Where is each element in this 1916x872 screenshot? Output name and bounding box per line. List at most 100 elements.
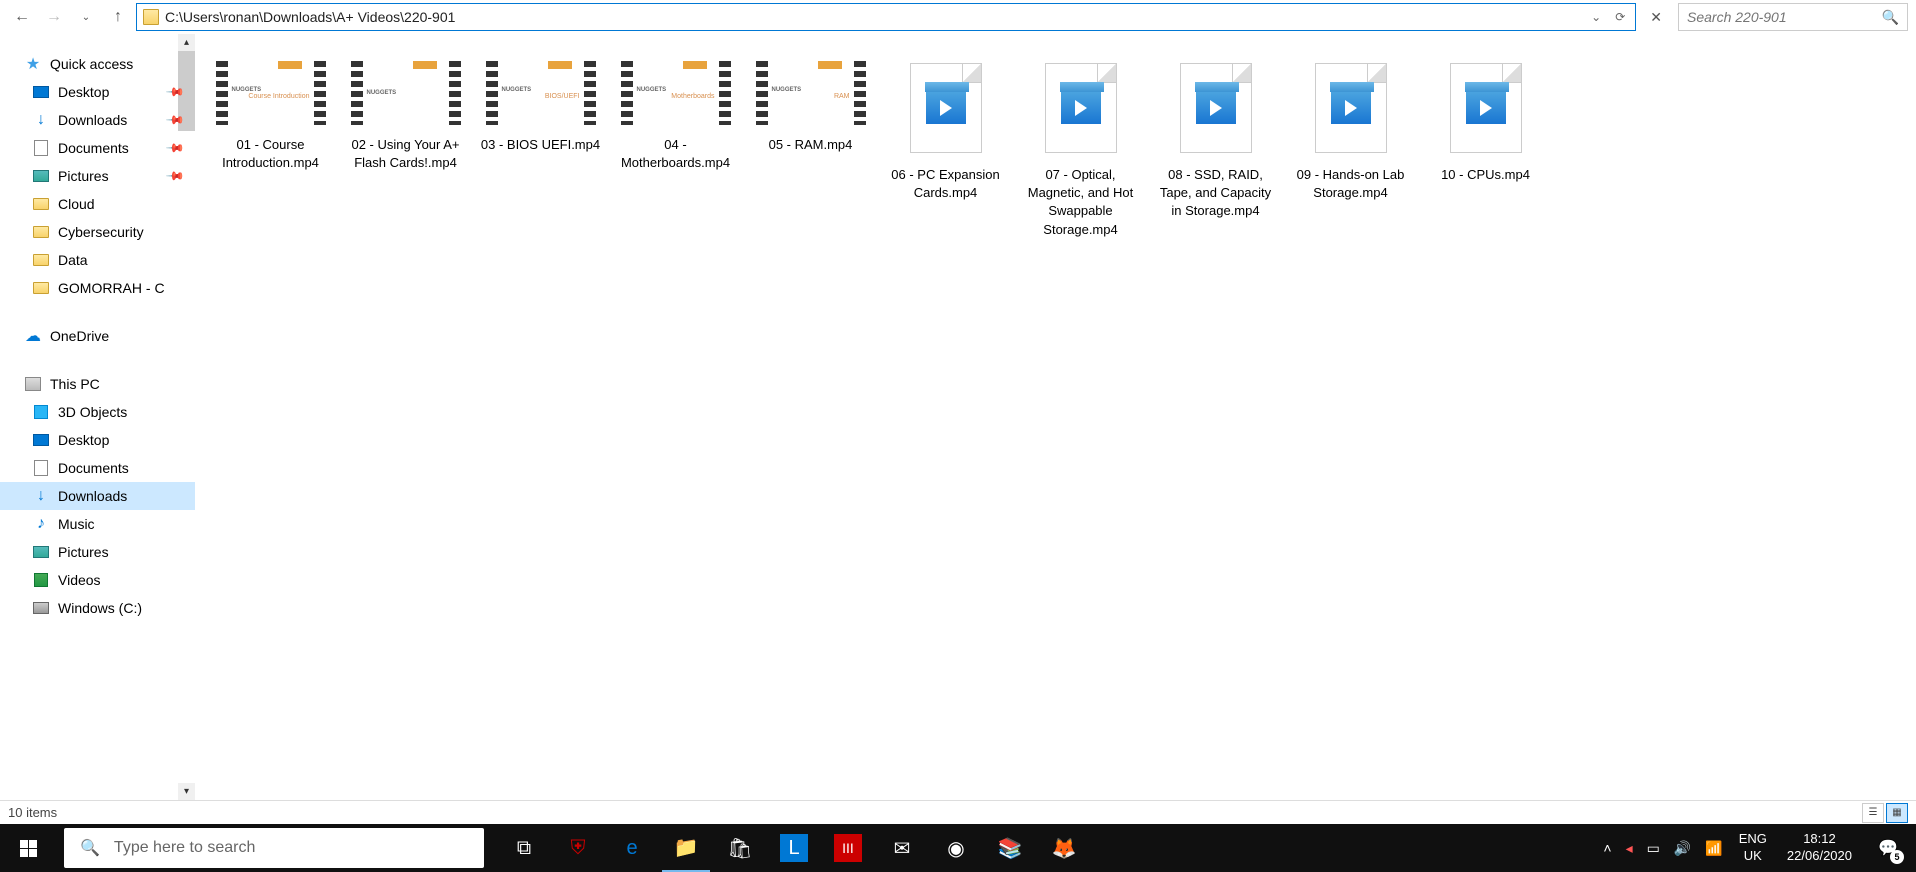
- address-dropdown-icon[interactable]: ⌄: [1587, 10, 1605, 24]
- file-item[interactable]: NUGGETSCourse Introduction01 - Course In…: [203, 50, 338, 247]
- mail-icon[interactable]: ✉: [878, 824, 926, 872]
- refresh-icon[interactable]: ⟳: [1611, 10, 1629, 24]
- play-icon: [1480, 100, 1492, 116]
- taskbar: 🔍 Type here to search ⧉ ⛨ e 📁 🛍 L III ✉ …: [0, 824, 1916, 872]
- firefox-icon[interactable]: 🦊: [1040, 824, 1088, 872]
- clock[interactable]: 18:12 22/06/2020: [1777, 831, 1862, 865]
- sidebar-item-videos[interactable]: Videos: [0, 566, 195, 594]
- sidebar-item-downloads[interactable]: ↓ Downloads 📌: [0, 106, 195, 134]
- file-item[interactable]: 10 - CPUs.mp4: [1418, 50, 1553, 247]
- file-item[interactable]: 08 - SSD, RAID, Tape, and Capacity in St…: [1148, 50, 1283, 247]
- taskbar-search[interactable]: 🔍 Type here to search: [64, 828, 484, 868]
- video-file-icon: [1450, 63, 1522, 153]
- video-file-icon: [1045, 63, 1117, 153]
- sidebar-item-cybersecurity[interactable]: Cybersecurity: [0, 218, 195, 246]
- up-button[interactable]: ↑: [104, 3, 132, 31]
- sidebar-item-label: Cybersecurity: [58, 224, 187, 240]
- video-file-icon: [1315, 63, 1387, 153]
- sidebar-item-gomorrah[interactable]: GOMORRAH - C: [0, 274, 195, 302]
- edge-icon[interactable]: e: [608, 824, 656, 872]
- sidebar-item-drive-c[interactable]: Windows (C:): [0, 594, 195, 622]
- file-item[interactable]: NUGGETSMotherboards04 - Motherboards.mp4: [608, 50, 743, 247]
- volume-icon[interactable]: 🔊: [1668, 824, 1697, 872]
- clock-date: 22/06/2020: [1787, 848, 1852, 865]
- forward-button[interactable]: →: [40, 3, 68, 31]
- file-item[interactable]: NUGGETS02 - Using Your A+ Flash Cards!.m…: [338, 50, 473, 247]
- task-view-button[interactable]: ⧉: [500, 824, 548, 872]
- action-center-button[interactable]: 💬 5: [1864, 824, 1912, 872]
- sidebar-item-label: 3D Objects: [58, 404, 187, 420]
- thumbnail-title-text: BIOS/UEFI: [502, 93, 580, 100]
- details-view-button[interactable]: ☰: [1862, 803, 1884, 823]
- lang-primary: ENG: [1739, 831, 1767, 848]
- file-thumbnail: NUGGETS: [351, 58, 461, 128]
- file-item[interactable]: NUGGETSRAM 05 - RAM.mp4: [743, 50, 878, 247]
- sidebar-item-downloads-pc[interactable]: ↓ Downloads: [0, 482, 195, 510]
- video-thumbnail-frame: NUGGETSCourse Introduction: [216, 61, 326, 125]
- tray-overflow-button[interactable]: ˄: [1597, 824, 1617, 872]
- sidebar-item-3d-objects[interactable]: 3D Objects: [0, 398, 195, 426]
- sidebar-item-label: Desktop: [58, 432, 187, 448]
- sidebar-item-label: Downloads: [58, 488, 187, 504]
- taskbar-search-placeholder: Type here to search: [114, 839, 255, 857]
- sidebar-item-pictures[interactable]: Pictures 📌: [0, 162, 195, 190]
- sidebar-item-desktop[interactable]: Desktop 📌: [0, 78, 195, 106]
- app-red-icon[interactable]: III: [834, 834, 862, 862]
- sidebar-item-data[interactable]: Data: [0, 246, 195, 274]
- file-name-label: 05 - RAM.mp4: [769, 136, 853, 154]
- language-indicator[interactable]: ENG UK: [1731, 831, 1775, 865]
- file-item[interactable]: NUGGETSBIOS/UEFI03 - BIOS UEFI.mp4: [473, 50, 608, 247]
- start-button[interactable]: [0, 824, 56, 872]
- desktop-icon: [32, 431, 50, 449]
- battery-icon[interactable]: ▭: [1641, 824, 1666, 872]
- file-name-label: 08 - SSD, RAID, Tape, and Capacity in St…: [1156, 166, 1276, 221]
- folder-icon: [143, 9, 159, 25]
- video-thumbnail-frame: NUGGETSMotherboards: [621, 61, 731, 125]
- recent-locations-button[interactable]: ⌄: [72, 3, 100, 31]
- calibre-icon[interactable]: 📚: [986, 824, 1034, 872]
- sidebar-item-onedrive[interactable]: ☁ OneDrive: [0, 322, 195, 350]
- sidebar-item-quick-access[interactable]: ★ Quick access: [0, 50, 195, 78]
- sidebar-item-documents-pc[interactable]: Documents: [0, 454, 195, 482]
- file-list-view[interactable]: NUGGETSCourse Introduction01 - Course In…: [195, 34, 1916, 800]
- sidebar-item-label: Quick access: [50, 56, 187, 72]
- icons-view-button[interactable]: ▦: [1886, 803, 1908, 823]
- mcafee-icon[interactable]: ⛨: [554, 824, 602, 872]
- chrome-icon[interactable]: ◉: [932, 824, 980, 872]
- file-explorer-icon[interactable]: 📁: [662, 824, 710, 872]
- play-icon: [1075, 100, 1087, 116]
- scrollbar-down-button[interactable]: ▾: [178, 783, 195, 800]
- file-item[interactable]: 07 - Optical, Magnetic, and Hot Swappabl…: [1013, 50, 1148, 247]
- play-icon: [1210, 100, 1222, 116]
- main-area: ▴ ▾ ★ Quick access Desktop 📌 ↓ Downloads…: [0, 34, 1916, 800]
- notification-badge: 5: [1890, 850, 1904, 864]
- sidebar-item-music[interactable]: ♪ Music: [0, 510, 195, 538]
- folder-icon: [32, 251, 50, 269]
- sidebar-item-cloud[interactable]: Cloud: [0, 190, 195, 218]
- search-icon[interactable]: 🔍: [1882, 9, 1899, 26]
- sidebar-item-label: This PC: [50, 376, 187, 392]
- tray-location-icon[interactable]: ◂: [1620, 824, 1639, 872]
- app-l-icon[interactable]: L: [780, 834, 808, 862]
- music-icon: ♪: [32, 515, 50, 533]
- file-thumbnail: NUGGETSRAM: [756, 58, 866, 128]
- folder-icon: [32, 223, 50, 241]
- back-button[interactable]: ←: [8, 3, 36, 31]
- video-thumbnail-frame: NUGGETSBIOS/UEFI: [486, 61, 596, 125]
- address-input[interactable]: [165, 9, 1581, 25]
- file-item[interactable]: 06 - PC Expansion Cards.mp4: [878, 50, 1013, 247]
- sidebar-item-documents[interactable]: Documents 📌: [0, 134, 195, 162]
- sidebar-item-this-pc[interactable]: This PC: [0, 370, 195, 398]
- sidebar-item-pictures-pc[interactable]: Pictures: [0, 538, 195, 566]
- sidebar-item-label: Windows (C:): [58, 600, 187, 616]
- address-close-button[interactable]: ✕: [1644, 9, 1668, 26]
- file-item[interactable]: 09 - Hands-on Lab Storage.mp4: [1283, 50, 1418, 247]
- store-icon[interactable]: 🛍: [716, 824, 764, 872]
- search-input[interactable]: [1687, 9, 1882, 25]
- wifi-icon[interactable]: 📶: [1699, 824, 1728, 872]
- scrollbar-up-button[interactable]: ▴: [178, 34, 195, 51]
- thumbnail-brand-label: NUGGETS: [367, 90, 397, 96]
- address-bar[interactable]: ⌄ ⟳: [136, 3, 1636, 31]
- sidebar-item-desktop-pc[interactable]: Desktop: [0, 426, 195, 454]
- search-box[interactable]: 🔍: [1678, 3, 1908, 31]
